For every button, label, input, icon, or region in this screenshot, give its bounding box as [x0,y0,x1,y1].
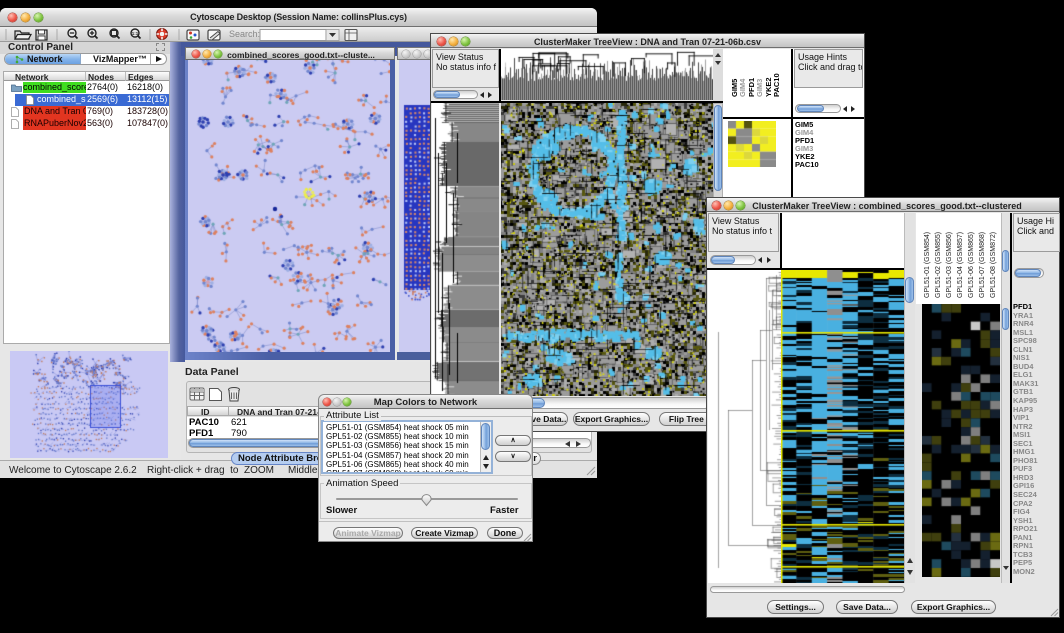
svg-text:Search:: Search: [229,29,260,39]
svg-text:1:1: 1:1 [132,31,139,36]
